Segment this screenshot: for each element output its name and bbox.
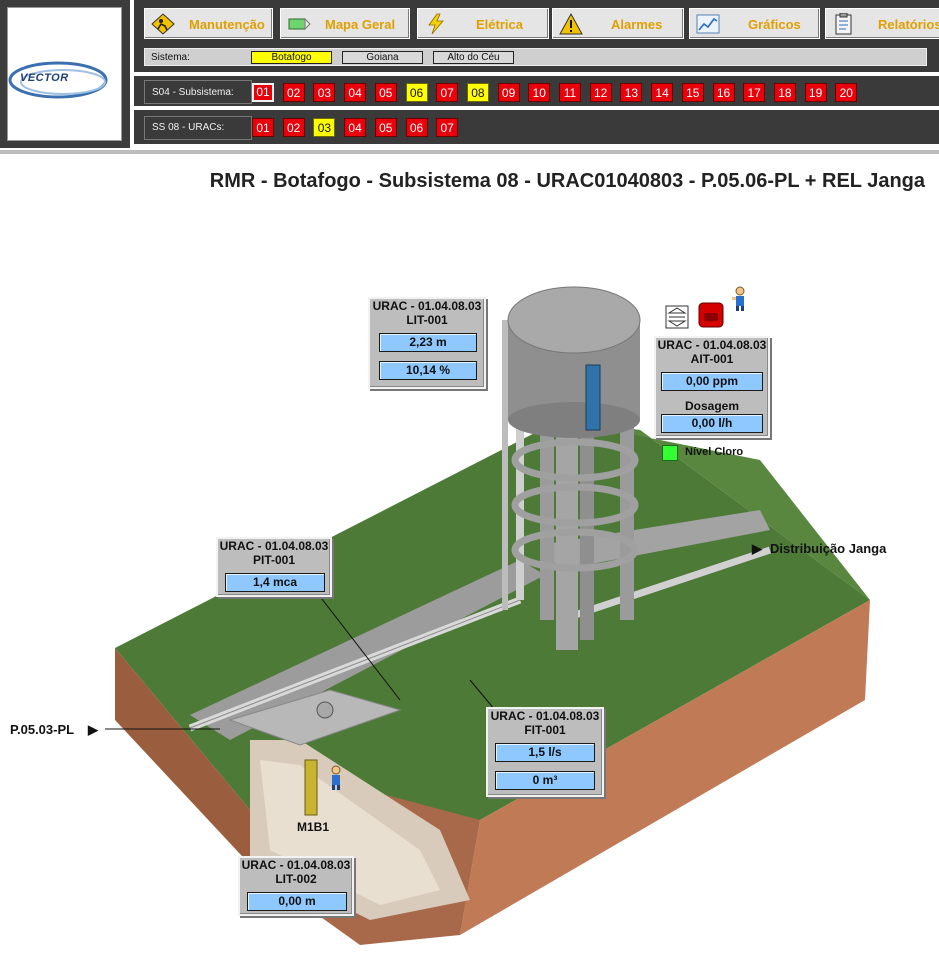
valve-icon[interactable] (665, 305, 689, 329)
subsystem-button[interactable]: 09 (497, 83, 520, 102)
page-title: RMR - Botafogo - Subsistema 08 - URAC010… (209, 170, 925, 192)
subsystem-button[interactable]: 13 (620, 83, 643, 102)
subsystem-button[interactable]: 18 (773, 83, 796, 102)
fit001-flow-value[interactable]: 1,5 l/s (495, 743, 595, 762)
urac-button[interactable]: 03 (313, 118, 336, 137)
water-tank-base (508, 402, 640, 438)
subsystem-button[interactable]: 20 (835, 83, 858, 102)
pump-operator-icon[interactable] (326, 765, 346, 791)
nav-mapa-geral-button[interactable]: Mapa Geral (280, 8, 410, 39)
lit001-tag: LIT-001 (406, 313, 448, 327)
pump-shaft (304, 759, 318, 816)
pump-motor (316, 701, 334, 719)
subsystem-button[interactable]: 06 (405, 83, 428, 102)
subsystem-button[interactable]: 01 (252, 83, 274, 102)
fit001-tag: FIT-001 (524, 723, 566, 737)
lit002-tag: LIT-002 (275, 872, 317, 886)
subsystem-button[interactable]: 10 (528, 83, 551, 102)
subsystem-button[interactable]: 05 (374, 83, 397, 102)
chart-icon (696, 14, 720, 34)
pit001-panel[interactable]: URAC - 01.04.08.03 PIT-001 1,4 mca (216, 537, 332, 597)
subsystem-button[interactable]: 12 (589, 83, 612, 102)
operator-icon[interactable] (730, 286, 750, 312)
nivel-cloro-indicator[interactable] (662, 445, 678, 461)
warning-icon (559, 13, 583, 35)
subsystem-button[interactable]: 16 (712, 83, 735, 102)
pit001-tag: PIT-001 (252, 553, 296, 567)
nav-alarmes-label: Alarmes (611, 17, 663, 32)
subsystem-button[interactable]: 04 (344, 83, 367, 102)
ait001-dosagem-value[interactable]: 0,00 l/h (661, 414, 763, 433)
nav-graficos-button[interactable]: Gráficos (689, 8, 820, 39)
ait001-header: URAC - 01.04.08.03 (657, 338, 767, 352)
subsystem-button[interactable]: 11 (559, 83, 581, 102)
nav-relatorios-label: Relatórios (878, 17, 939, 32)
system-option-botafogo[interactable]: Botafogo (251, 51, 332, 64)
maintenance-icon (151, 13, 175, 35)
ait001-panel[interactable]: URAC - 01.04.08.03 AIT-001 0,00 ppm Dosa… (654, 336, 770, 438)
system-selector: Sistema: Botafogo Goiana Alto do Céu (144, 48, 927, 66)
pit001-pressure-value[interactable]: 1,4 mca (225, 573, 325, 592)
ait001-tag: AIT-001 (690, 352, 734, 366)
logo-frame: VECTOR (7, 7, 122, 141)
ait001-dosagem-label: Dosagem (684, 399, 740, 413)
subsystem-button[interactable]: 07 (436, 83, 459, 102)
nav-manutencao-label: Manutenção (189, 17, 265, 32)
logo-panel: VECTOR (0, 0, 130, 148)
system-option-goiana[interactable]: Goiana (342, 51, 423, 64)
urac-button[interactable]: 02 (282, 118, 305, 137)
fit001-header: URAC - 01.04.08.03 (490, 709, 600, 723)
subsystem-label: S04 - Subsistema: (152, 87, 234, 98)
map-icon (288, 17, 311, 31)
lit001-header: URAC - 01.04.08.03 (372, 299, 482, 313)
urac-button[interactable]: 06 (405, 118, 428, 137)
pump-label[interactable]: M1B1 (297, 820, 329, 834)
urac-label: SS 08 - URACs: (152, 122, 225, 133)
subsystem-button[interactable]: 17 (743, 83, 766, 102)
nav-relatorios-button[interactable]: Relatórios (825, 8, 939, 39)
lightning-icon (428, 13, 444, 35)
dosing-pump-icon[interactable] (697, 300, 725, 330)
system-label: Sistema: (151, 52, 190, 63)
nav-eletrica-button[interactable]: Elétrica (417, 8, 549, 39)
fit001-volume-value[interactable]: 0 m³ (495, 771, 595, 790)
urac-button[interactable]: 05 (374, 118, 397, 137)
urac-button[interactable]: 01 (252, 118, 274, 137)
lit002-header: URAC - 01.04.08.03 (241, 858, 351, 872)
report-icon (835, 13, 852, 35)
subsystem-button[interactable]: 08 (466, 83, 489, 102)
nav-manutencao-button[interactable]: Manutenção (144, 8, 273, 39)
nivel-cloro-label: Nível Cloro (685, 446, 744, 458)
subsystem-button[interactable]: 14 (651, 83, 674, 102)
nav-mapa-geral-label: Mapa Geral (325, 17, 396, 32)
subsystem-button[interactable]: 02 (282, 83, 305, 102)
pit001-header: URAC - 01.04.08.03 (219, 539, 329, 553)
distribuicao-arrow-icon: ▶ (752, 541, 762, 556)
lit001-percent-value[interactable]: 10,14 % (379, 361, 477, 380)
subsystem-button[interactable]: 15 (681, 83, 704, 102)
urac-button[interactable]: 04 (344, 118, 367, 137)
ait001-chlorine-value[interactable]: 0,00 ppm (661, 372, 763, 391)
distribuicao-label[interactable]: Distribuição Janga (770, 541, 886, 556)
lit002-level-value[interactable]: 0,00 m (247, 892, 347, 911)
nav-alarmes-button[interactable]: Alarmes (552, 8, 684, 39)
system-option-alto-do-ceu[interactable]: Alto do Céu (433, 51, 514, 64)
header-divider (0, 150, 939, 154)
nav-eletrica-label: Elétrica (476, 17, 523, 32)
inlet-label[interactable]: P.05.03-PL (10, 722, 74, 737)
water-tank-roof (507, 286, 641, 354)
urac-button[interactable]: 07 (436, 118, 459, 137)
lit002-panel[interactable]: URAC - 01.04.08.03 LIT-002 0,00 m (238, 856, 354, 916)
tank-level-gauge (585, 364, 601, 431)
logo-text: VECTOR (20, 72, 69, 84)
inlet-arrow-icon: ▶ (88, 722, 98, 737)
lit001-level-value[interactable]: 2,23 m (379, 333, 477, 352)
nav-graficos-label: Gráficos (748, 17, 801, 32)
fit001-panel[interactable]: URAC - 01.04.08.03 FIT-001 1,5 l/s 0 m³ (486, 707, 604, 797)
subsystem-button[interactable]: 19 (804, 83, 827, 102)
subsystem-button[interactable]: 03 (313, 83, 336, 102)
lit001-panel[interactable]: URAC - 01.04.08.03 LIT-001 2,23 m 10,14 … (368, 297, 486, 389)
